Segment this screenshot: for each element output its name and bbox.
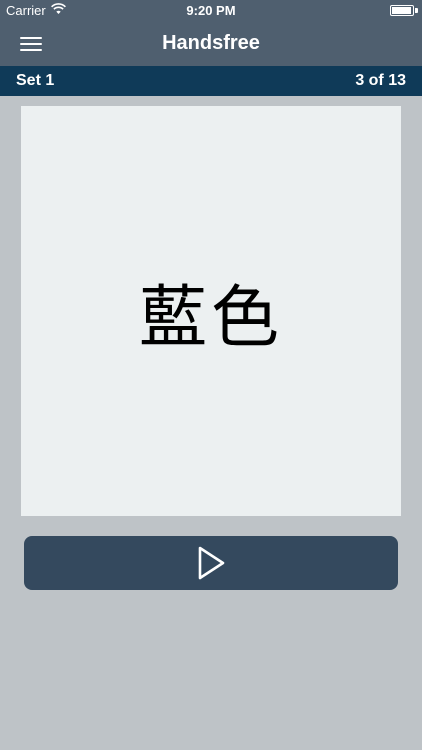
status-bar: Carrier 9:20 PM <box>0 0 422 22</box>
play-button[interactable] <box>24 536 398 590</box>
play-icon <box>196 545 226 581</box>
flashcard-word: 藍色 <box>138 278 283 358</box>
navigation-bar: Handsfree <box>0 22 422 66</box>
set-name: Set 1 <box>16 72 55 89</box>
status-time: 9:20 PM <box>186 3 236 18</box>
flashcard[interactable]: 藍色 <box>21 106 401 516</box>
battery-fill <box>392 7 411 14</box>
page-title: Handsfree <box>162 32 260 54</box>
battery-icon <box>390 5 414 16</box>
card-position-counter: 3 of 13 <box>355 72 406 89</box>
set-info-bar: Set 1 3 of 13 <box>0 66 422 96</box>
battery-tip <box>415 8 418 13</box>
